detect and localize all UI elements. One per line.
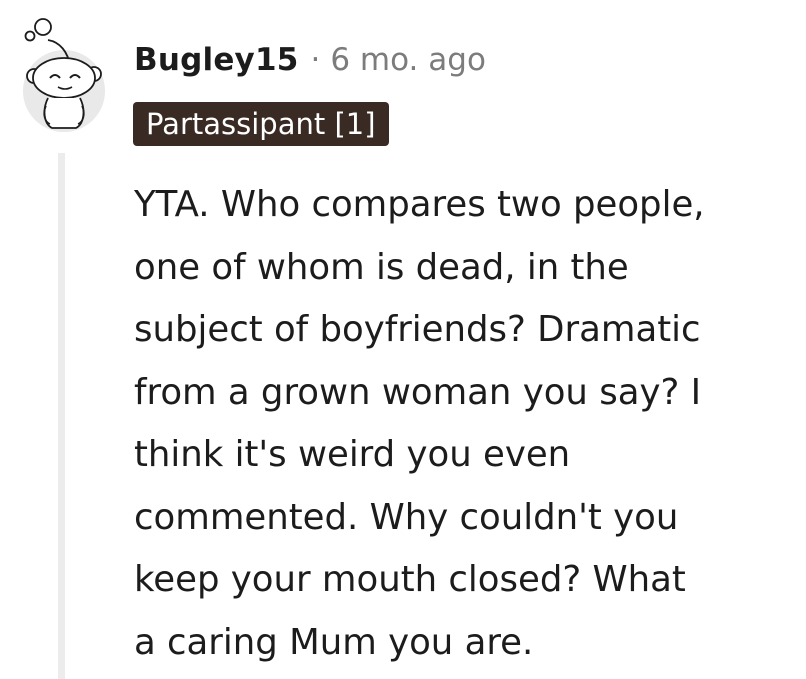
user-flair-badge: Partassipant [1] xyxy=(133,102,389,146)
snoo-avatar-icon xyxy=(23,18,105,132)
comment-timestamp[interactable]: 6 mo. ago xyxy=(330,42,486,78)
comment-body: YTA. Who compares two people, one of who… xyxy=(134,184,705,663)
meta-separator: · xyxy=(310,42,321,78)
comment-meta: Bugley15 · 6 mo. ago xyxy=(134,38,486,82)
avatar[interactable] xyxy=(18,14,110,132)
thread-collapse-line[interactable] xyxy=(58,153,65,679)
author-username[interactable]: Bugley15 xyxy=(134,42,299,78)
